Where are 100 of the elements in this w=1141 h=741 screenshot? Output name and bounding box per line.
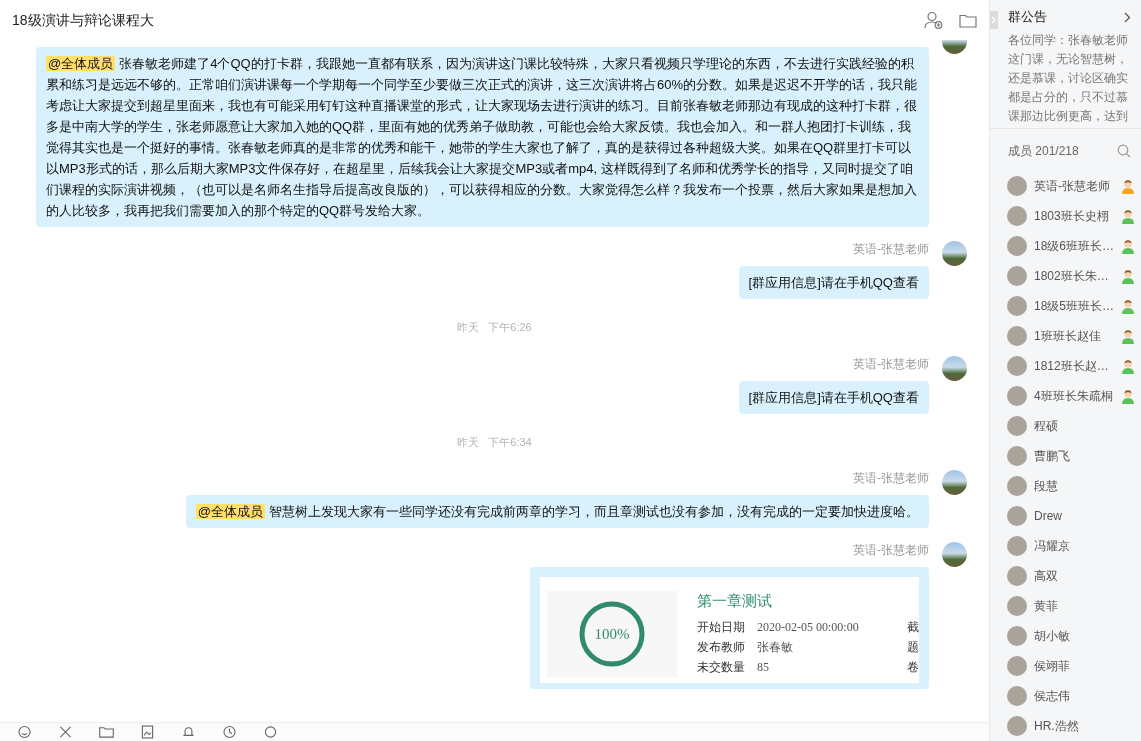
member-item[interactable]: 英语-张慧老师 bbox=[989, 171, 1141, 201]
member-role-icon bbox=[1121, 268, 1135, 284]
timestamp-day: 昨天 bbox=[457, 433, 480, 450]
avatar bbox=[1006, 416, 1027, 436]
member-name: 英语-张慧老师 bbox=[1033, 178, 1111, 195]
avatar bbox=[1006, 176, 1027, 196]
avatar bbox=[1006, 356, 1027, 376]
avatar bbox=[1006, 596, 1027, 616]
scissors-icon[interactable] bbox=[57, 725, 74, 739]
field-value: 2020-02-05 00:00:00 bbox=[756, 619, 860, 636]
member-name: 程硕 bbox=[1033, 418, 1059, 435]
member-item[interactable]: 侯志伟 bbox=[989, 681, 1141, 711]
avatar[interactable] bbox=[941, 355, 967, 381]
notice-text: 各位同学：张春敏老师这门课，无论智慧树，还是慕课，讨论区确实都是占分的，只不过慕课那边比例更高，达到 bbox=[1007, 32, 1129, 125]
avatar bbox=[1006, 296, 1027, 316]
member-item[interactable]: 侯翊菲 bbox=[989, 651, 1141, 681]
member-role-icon bbox=[1121, 388, 1135, 404]
avatar bbox=[1006, 326, 1027, 346]
sender-name: 英语-张慧老师 bbox=[852, 542, 929, 558]
member-item[interactable]: 段慧 bbox=[989, 471, 1141, 501]
sender-name: 英语-张慧老师 bbox=[852, 241, 929, 257]
member-item[interactable]: Drew bbox=[989, 501, 1141, 531]
member-name: HR.浩然 bbox=[1033, 718, 1080, 735]
clock-icon[interactable] bbox=[221, 725, 238, 739]
member-item[interactable]: 程硕 bbox=[989, 411, 1141, 441]
avatar bbox=[1006, 536, 1027, 556]
chevron-icon[interactable] bbox=[1124, 11, 1131, 23]
window-title: 18级演讲与辩论课程大 bbox=[12, 10, 155, 30]
sender-name: 英语-张慧老师 bbox=[852, 470, 929, 486]
member-item[interactable]: 1803班长史栩 bbox=[989, 201, 1141, 231]
field-value: 85 bbox=[756, 659, 770, 676]
member-item[interactable]: HR.浩然 bbox=[989, 711, 1141, 741]
message-bubble: @全体成员 张春敏老师建了4个QQ的打卡群，我跟她一直都有联系，因为演讲这门课比较特殊，大家只看视频只学理论的东西，不去进行实践经验的积累和练习是远远不够的。正常咱们演讲课每一个学期每一个同学至少要做三次正式的演讲，这三次演讲将占60%的分数。如果是迟迟不开学的话，我只能考虑让大家提交到超星里面来，我也有可能采用钉钉这种直播课堂的形式，让大家现场去进行演讲的练习。目前张春敏老师那边有现成的这种打卡群，很多是中南大学的学生，张老师愿意让大家加入她的QQ群，里面有她的优秀弟子做助教，可能也会给大家反馈。我也会加入。和一群人抱团打卡训练，我觉得其实也是一个挺好的事情。张春敏老师真的是非常的优秀和能干，她带的学生大家也了解了，真的是获得过各种超级大奖。如果在QQ群里打卡可以以MP3形式的话，那么后期大家MP3文件保存好，在超星里，后续我会让大家提交MP3或者mp4, 这样既得到了名师和优秀学长的指导，又同时提交了咱们课程的实际演讲视频，（也可以是名师名生指导后提高改良版的），可以获得相应的分数。大家觉得怎么样？我发布一个投票，然后大家如果是想加入的人比较多，我再把我们需要加入的那个特定的QQ群号发给大家。 bbox=[36, 47, 929, 227]
member-name: 段慧 bbox=[1033, 478, 1059, 495]
folder-icon[interactable] bbox=[958, 12, 977, 28]
message-bubble: @全体成员 智慧树上发现大家有一些同学还没有完成前两章的学习，而且章测试也没有参加，没有完成的一定要加快进度哈。 bbox=[185, 495, 929, 528]
message-bubble: [群应用信息]请在手机QQ查看 bbox=[738, 266, 929, 299]
member-name: 1班班长赵佳 bbox=[1033, 328, 1102, 345]
field-label: 卷 bbox=[906, 659, 919, 676]
member-name: 胡小敏 bbox=[1033, 628, 1071, 645]
member-item[interactable]: 1802班长朱… bbox=[989, 261, 1141, 291]
member-item[interactable]: 冯耀京 bbox=[989, 531, 1141, 561]
member-role-icon bbox=[1121, 298, 1135, 314]
avatar bbox=[1006, 626, 1027, 646]
member-item[interactable]: 曹鹏飞 bbox=[989, 441, 1141, 471]
avatar bbox=[1006, 206, 1027, 226]
notice-title[interactable]: 群公告 bbox=[1007, 7, 1047, 27]
member-name: 高双 bbox=[1033, 568, 1059, 585]
avatar bbox=[1006, 656, 1027, 676]
member-name: 黄菲 bbox=[1033, 598, 1059, 615]
member-item[interactable]: 4班班长朱疏桐 bbox=[989, 381, 1141, 411]
timestamp-time: 下午6:26 bbox=[488, 320, 532, 335]
member-item[interactable]: 18级5班班长… bbox=[989, 291, 1141, 321]
avatar[interactable] bbox=[941, 470, 967, 495]
avatar bbox=[1006, 686, 1027, 706]
search-icon[interactable] bbox=[1117, 144, 1131, 158]
avatar bbox=[1006, 506, 1027, 526]
progress-percent: 100% bbox=[594, 626, 630, 642]
field-label: 发布教师 bbox=[696, 639, 746, 656]
field-label: 题 bbox=[906, 639, 919, 656]
member-name: 冯耀京 bbox=[1033, 538, 1071, 555]
field-value: 张春敏 bbox=[756, 639, 794, 656]
member-role-icon bbox=[1121, 238, 1135, 254]
avatar bbox=[1006, 446, 1027, 466]
field-label: 截 bbox=[906, 619, 919, 636]
card-bubble[interactable]: 100% 第一章测试 开始日期 2020-02-05 00:00:00 截 发布教师 张春敏 题 未交数量 85 卷 bbox=[529, 567, 929, 689]
members-count: 成员 201/218 bbox=[1007, 143, 1079, 160]
bell-icon[interactable] bbox=[180, 725, 197, 739]
member-item[interactable]: 1812班长赵… bbox=[989, 351, 1141, 381]
message-bubble: [群应用信息]请在手机QQ查看 bbox=[738, 380, 929, 414]
member-name: 1802班长朱… bbox=[1033, 268, 1110, 285]
member-name: 侯志伟 bbox=[1033, 688, 1071, 705]
field-label: 未交数量 bbox=[696, 659, 746, 676]
add-member-icon[interactable] bbox=[923, 11, 943, 29]
member-item[interactable]: 黄菲 bbox=[989, 591, 1141, 621]
timestamp-time: 下午6:34 bbox=[488, 434, 532, 450]
avatar[interactable] bbox=[941, 542, 967, 567]
member-role-icon bbox=[1121, 208, 1135, 224]
avatar bbox=[1006, 476, 1027, 496]
avatar bbox=[1006, 266, 1027, 286]
avatar[interactable] bbox=[941, 241, 967, 266]
member-item[interactable]: 18级6班班长… bbox=[989, 231, 1141, 261]
member-name: 1803班长史栩 bbox=[1033, 208, 1110, 225]
member-item[interactable]: 1班班长赵佳 bbox=[989, 321, 1141, 351]
member-item[interactable]: 高双 bbox=[989, 561, 1141, 591]
member-name: 侯翊菲 bbox=[1033, 658, 1071, 675]
emoji-icon[interactable] bbox=[16, 725, 33, 739]
member-role-icon bbox=[1121, 328, 1135, 344]
member-name: 4班班长朱疏桐 bbox=[1033, 388, 1114, 405]
member-item[interactable]: 胡小敏 bbox=[989, 621, 1141, 651]
sender-name: 英语-张慧老师 bbox=[852, 355, 929, 372]
card-title: 第一章测试 bbox=[696, 592, 773, 611]
member-name: 18级5班班长… bbox=[1033, 298, 1114, 315]
avatar bbox=[1006, 236, 1027, 256]
chevron-icon bbox=[991, 16, 997, 24]
folder-icon[interactable] bbox=[98, 725, 115, 739]
image-icon[interactable] bbox=[139, 725, 156, 739]
member-role-icon bbox=[1121, 358, 1135, 374]
member-name: Drew bbox=[1033, 508, 1063, 525]
member-name: 1812班长赵… bbox=[1033, 358, 1110, 375]
